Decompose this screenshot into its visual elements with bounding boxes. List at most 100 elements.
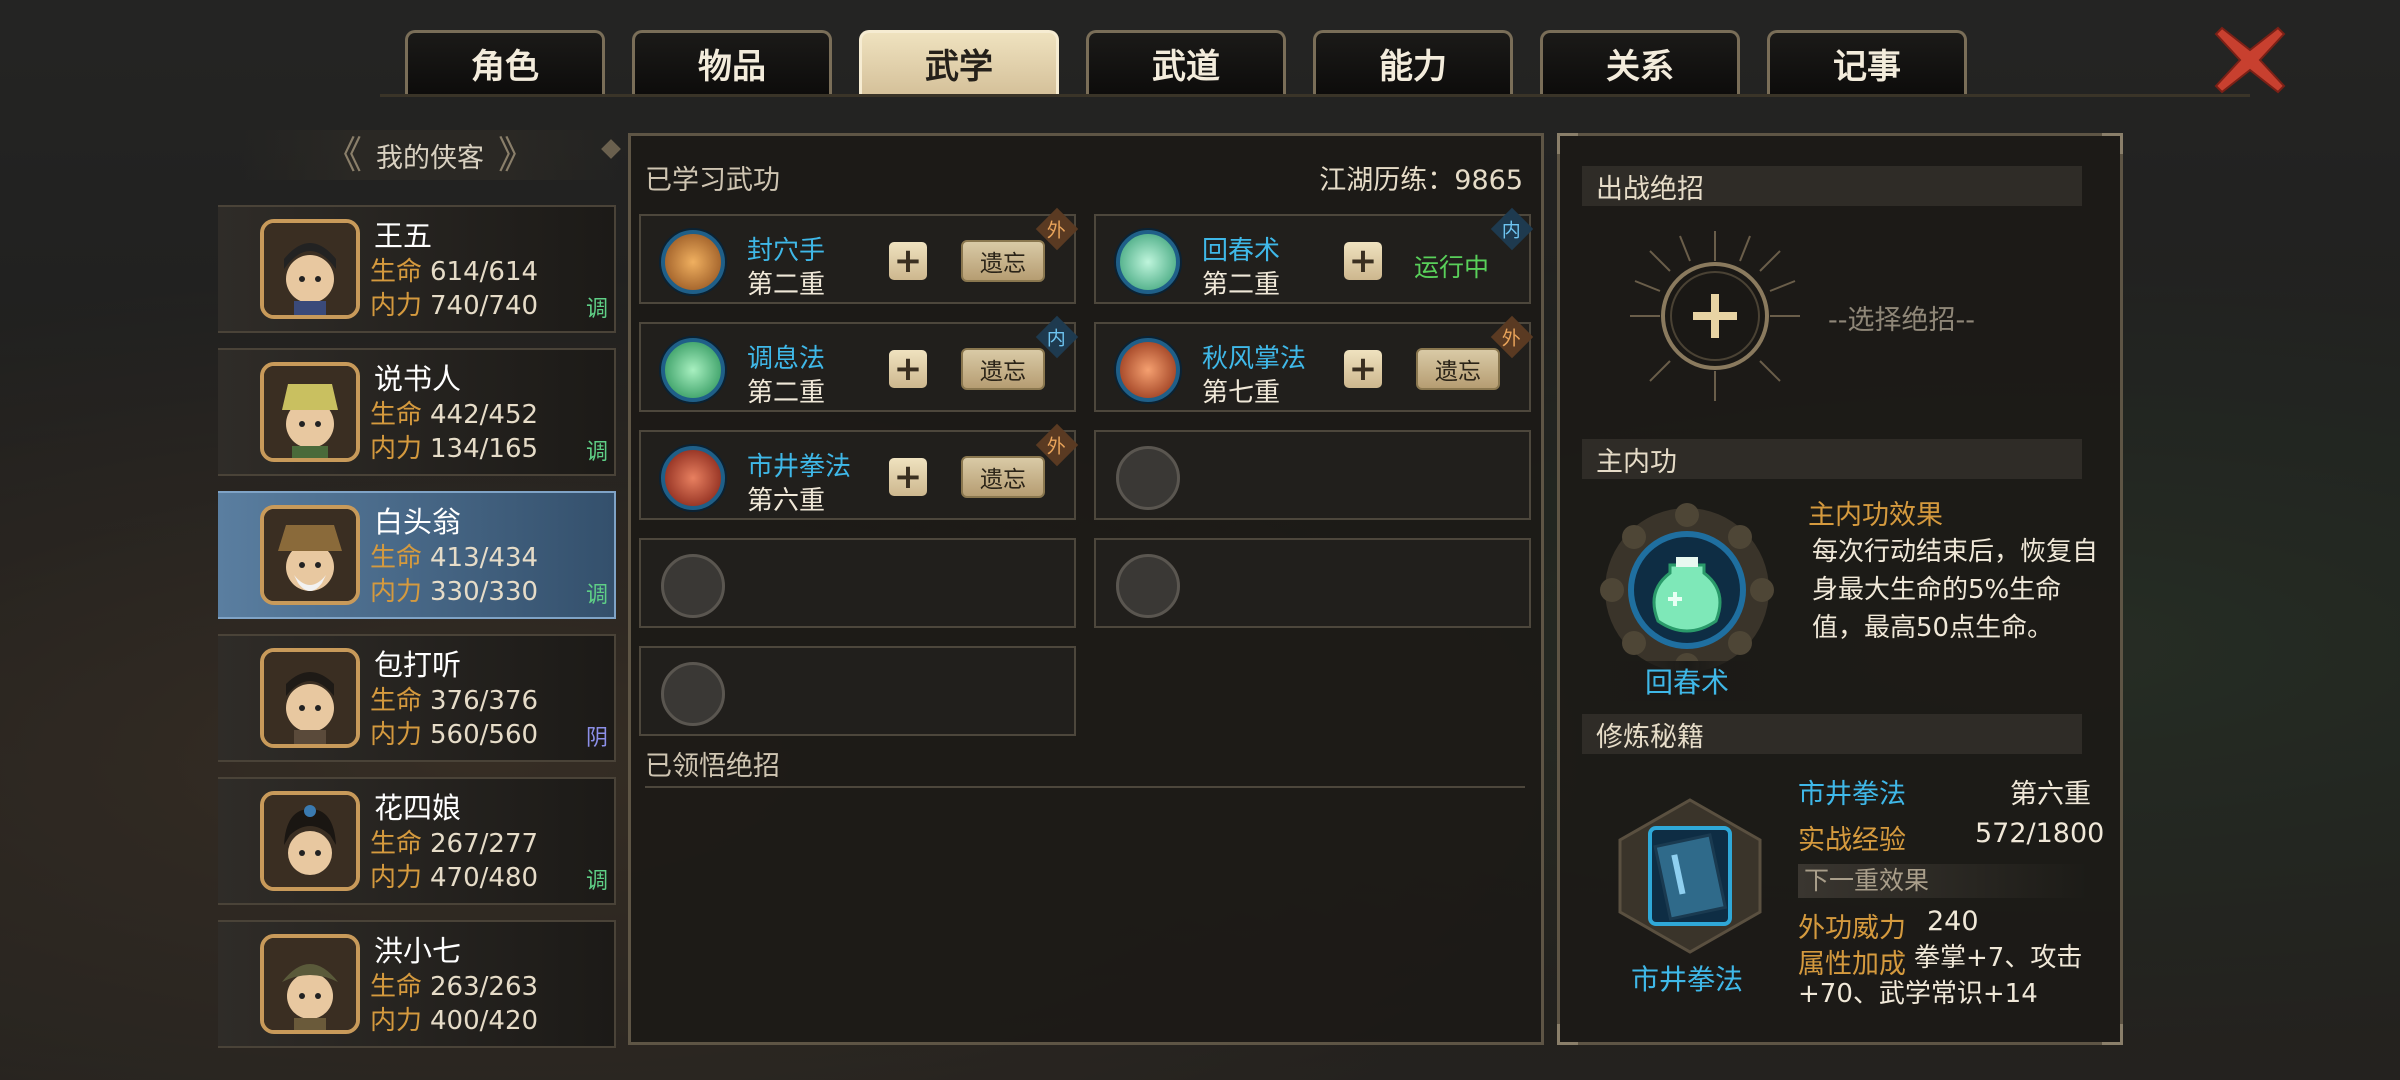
hero-mp: 内力 470/480: [370, 863, 539, 893]
tab-items[interactable]: 物品: [632, 30, 832, 94]
hero-list: 王五 生命 614/614 内力 740/740 调 说书人 生命 442/452 内…: [218, 205, 616, 1063]
skill-name: 回春术: [1202, 236, 1281, 266]
roster-title: 我的侠客: [376, 142, 484, 174]
hero-mp: 内力 134/165: [370, 434, 539, 464]
hero-name: 花四娘: [374, 791, 462, 825]
tab-martial-way[interactable]: 武道: [1086, 30, 1286, 94]
tab-abilities[interactable]: 能力: [1313, 30, 1513, 94]
manual-skill-name: 市井拳法: [1798, 779, 1906, 810]
hero-card[interactable]: 说书人 生命 442/452 内力 134/165 调: [218, 348, 616, 476]
hero-name: 白头翁: [374, 505, 462, 539]
hero-tag: 调: [585, 440, 608, 465]
jianghu-experience: 江湖历练：9865: [1319, 165, 1523, 196]
hero-mp: 内力 740/740: [370, 291, 539, 321]
hero-hp: 生命 442/452: [370, 400, 539, 430]
skill-name: 市井拳法: [747, 452, 852, 482]
manual-skill-level: 第六重: [2010, 779, 2091, 810]
tab-role[interactable]: 角色: [405, 30, 605, 94]
skill-level: 第二重: [1202, 270, 1281, 300]
upgrade-button[interactable]: +: [1344, 349, 1382, 389]
empty-slot-icon: [661, 662, 725, 726]
avatar: [260, 791, 360, 891]
divider: [645, 786, 1525, 788]
empty-skill-slot[interactable]: [1094, 538, 1531, 628]
hero-card[interactable]: 洪小七 生命 263/263 内力 400/420: [218, 920, 616, 1048]
avatar: [260, 934, 360, 1034]
hero-name: 洪小七: [374, 934, 462, 968]
tab-bar: 角色 物品 武学 武道 能力 关系 记事: [405, 30, 1967, 94]
upgrade-button[interactable]: +: [889, 241, 927, 281]
upgrade-button[interactable]: +: [889, 457, 927, 497]
skills-panel: 已学习武功 江湖历练：9865 封穴手 第二重 + 遗忘 外 回春术 第二重 +…: [628, 133, 1544, 1045]
tab-underline: [380, 94, 2250, 97]
avatar: [260, 505, 360, 605]
empty-slot-icon: [1116, 554, 1180, 618]
close-icon[interactable]: [2210, 20, 2290, 100]
upgrade-button[interactable]: +: [889, 349, 927, 389]
combat-exp-value: 572/1800: [1975, 818, 2105, 849]
frame-corner: [1557, 133, 1578, 154]
empty-skill-slot[interactable]: [639, 538, 1076, 628]
running-status: 运行中: [1414, 253, 1490, 282]
hero-hp: 生命 413/434: [370, 543, 539, 573]
ultimates-title: 已领悟绝招: [645, 751, 780, 782]
avatar: [260, 648, 360, 748]
skill-name: 秋风掌法: [1202, 344, 1307, 374]
hero-mp: 内力 400/420: [370, 1006, 539, 1036]
hero-hp: 生命 267/277: [370, 829, 539, 859]
manual-book-icon[interactable]: [1610, 796, 1770, 956]
frame-corner: [1557, 1024, 1578, 1045]
forget-button[interactable]: 遗忘: [961, 240, 1045, 282]
empty-skill-slot[interactable]: [1094, 430, 1531, 520]
hero-card[interactable]: 包打听 生命 376/376 内力 560/560 阴: [218, 634, 616, 762]
diamond-icon: [601, 139, 621, 159]
skill-slot[interactable]: 市井拳法 第六重 + 遗忘 外: [639, 423, 1079, 520]
details-panel: 出战绝招 --选择绝招-- 主内功 回春术 主内功效果 每次行动结束后，恢复自身…: [1557, 133, 2123, 1045]
chevron-left-icon[interactable]: 《: [324, 136, 362, 174]
chevron-right-icon[interactable]: 》: [498, 136, 536, 174]
hero-mp: 内力 330/330: [370, 577, 539, 607]
hero-card[interactable]: 王五 生命 614/614 内力 740/740 调: [218, 205, 616, 333]
next-level-label: 下一重效果: [1798, 864, 2088, 898]
forget-button[interactable]: 遗忘: [961, 348, 1045, 390]
upgrade-button[interactable]: +: [1344, 241, 1382, 281]
hero-name: 包打听: [374, 648, 462, 682]
attribute-bonus-description: 拳掌+7、攻击+70、武学常识+14: [1798, 943, 2083, 1009]
tab-martial-arts[interactable]: 武学: [859, 30, 1059, 94]
tab-journal[interactable]: 记事: [1767, 30, 1967, 94]
skill-slot[interactable]: 调息法 第二重 + 遗忘 内: [639, 315, 1079, 412]
frame-corner: [2102, 133, 2123, 154]
hero-card[interactable]: 花四娘 生命 267/277 内力 470/480 调: [218, 777, 616, 905]
ultimate-header: 出战绝招: [1582, 166, 2082, 206]
hero-card-selected[interactable]: 白头翁 生命 413/434 内力 330/330 调: [218, 491, 616, 619]
forget-button[interactable]: 遗忘: [961, 456, 1045, 498]
skill-slot[interactable]: 封穴手 第二重 + 遗忘 外: [639, 207, 1079, 304]
main-internal-header: 主内功: [1582, 439, 2082, 479]
skill-slot[interactable]: 秋风掌法 第七重 + 遗忘 外: [1094, 315, 1534, 412]
skill-slot[interactable]: 回春术 第二重 + 运行中 内: [1094, 207, 1534, 304]
skill-level: 第六重: [747, 486, 826, 516]
healing-potion-icon: [1116, 230, 1180, 294]
hero-hp: 生命 376/376: [370, 686, 539, 716]
training-manual-header: 修炼秘籍: [1582, 714, 2082, 754]
select-ultimate-hint[interactable]: --选择绝招--: [1828, 298, 1975, 337]
healing-potion-icon[interactable]: [1598, 501, 1776, 679]
empty-slot-icon: [661, 554, 725, 618]
combat-exp-label: 实战经验: [1798, 825, 1906, 856]
skill-name: 调息法: [747, 344, 826, 374]
hero-tag: 调: [585, 583, 608, 608]
forget-button[interactable]: 遗忘: [1416, 348, 1500, 390]
hero-tag: 阴: [585, 726, 608, 751]
main-effect-description: 每次行动结束后，恢复自身最大生命的5%生命值，最高50点生命。: [1812, 537, 2099, 643]
tab-relations[interactable]: 关系: [1540, 30, 1740, 94]
skill-level: 第二重: [747, 378, 826, 408]
hero-name: 王五: [374, 219, 433, 253]
main-internal-name: 回春术: [1582, 661, 1792, 701]
skill-name: 封穴手: [747, 236, 826, 266]
hero-hp: 生命 614/614: [370, 257, 539, 287]
hero-name: 说书人: [374, 362, 462, 396]
empty-skill-slot[interactable]: [639, 646, 1076, 736]
add-ultimate-button[interactable]: [1630, 231, 1800, 401]
hero-hp: 生命 263/263: [370, 972, 539, 1002]
internal-badge: 内: [1490, 207, 1534, 251]
